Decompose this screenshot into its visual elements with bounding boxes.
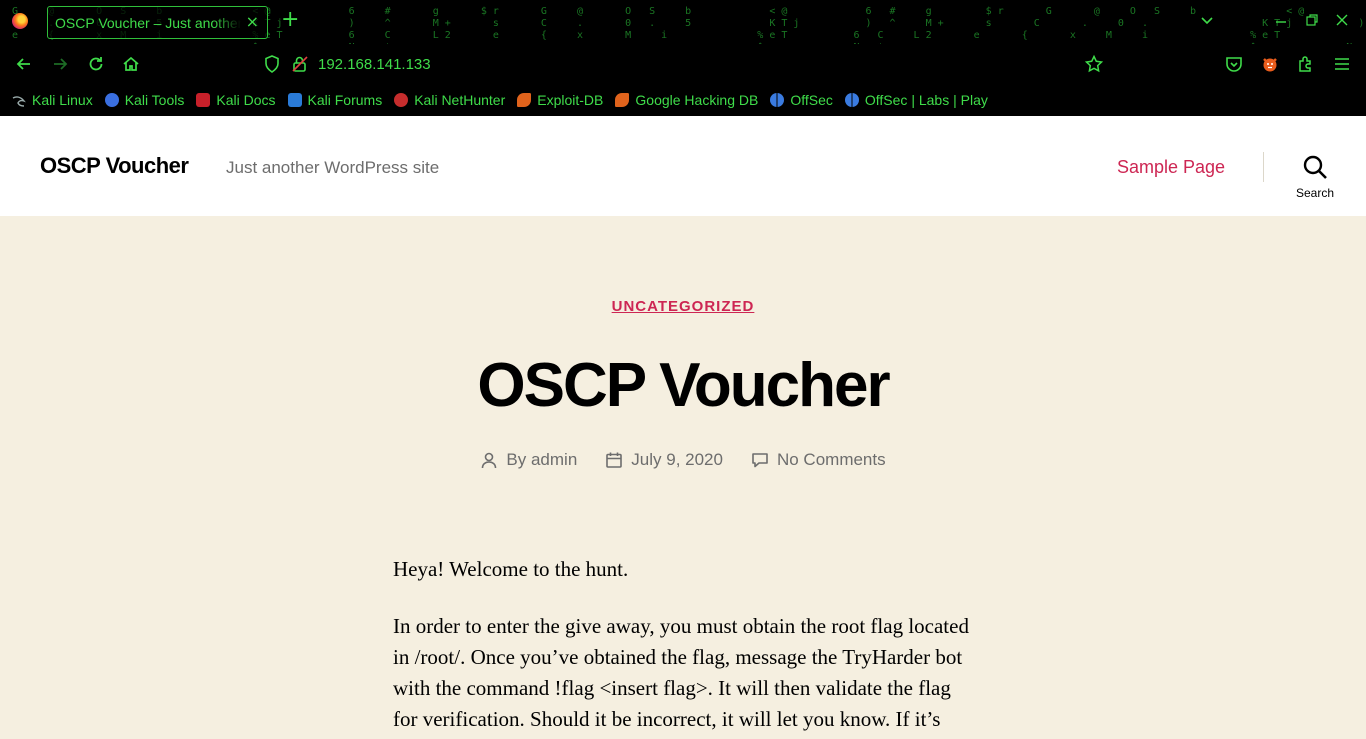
bookmark-offsec[interactable]: OffSec [770, 92, 833, 108]
extension-fox-icon[interactable] [1260, 54, 1280, 74]
date-link[interactable]: July 9, 2020 [631, 450, 723, 470]
bookmarks-toolbar: Kali Linux Kali Tools Kali Docs Kali For… [0, 84, 1366, 116]
tab-title: OSCP Voucher – Just another WordPress si… [55, 14, 241, 31]
bookmark-label: OffSec | Labs | Play [864, 92, 988, 108]
site-title-link[interactable]: OSCP Voucher [40, 153, 189, 179]
exploit-db-icon [517, 93, 532, 107]
bookmark-kali-docs[interactable]: Kali Docs [196, 92, 276, 108]
comment-bubble-icon [752, 453, 768, 468]
firefox-icon [12, 13, 28, 29]
nav-sample-page-link[interactable]: Sample Page [1117, 157, 1225, 178]
close-window-icon[interactable] [1334, 12, 1350, 31]
list-all-tabs-icon[interactable] [1199, 12, 1215, 31]
site-description: Just another WordPress site [226, 158, 440, 177]
kali-docs-icon [196, 93, 211, 107]
tracking-shield-icon[interactable] [262, 54, 282, 74]
search-toggle-button[interactable]: Search [1290, 152, 1340, 202]
post-comments: No Comments [751, 450, 886, 470]
post-date: July 9, 2020 [605, 450, 723, 470]
address-bar[interactable]: 192.168.141.133 [258, 48, 1118, 80]
bookmark-kali-linux[interactable]: Kali Linux [12, 92, 93, 108]
site-header: OSCP Voucher Just another WordPress site… [0, 116, 1366, 216]
post-content: Heya! Welcome to the hunt. In order to e… [393, 554, 973, 739]
kali-tools-icon [104, 93, 119, 107]
home-icon[interactable] [121, 54, 141, 74]
header-divider [1263, 152, 1264, 182]
search-label: Search [1295, 186, 1335, 200]
bookmark-label: Kali Tools [124, 92, 185, 108]
comments-link[interactable]: No Comments [777, 450, 886, 470]
navigation-toolbar: 192.168.141.133 [0, 44, 1366, 84]
ghdb-icon [615, 93, 630, 107]
active-tab[interactable]: OSCP Voucher – Just another WordPress si… [47, 6, 268, 39]
author-person-icon [482, 452, 497, 469]
bookmark-star-icon[interactable] [1084, 54, 1104, 74]
paragraph: Heya! Welcome to the hunt. [393, 557, 629, 581]
insecure-lock-icon[interactable] [290, 54, 310, 74]
post-category: UNCATEGORIZED [0, 296, 1366, 315]
bookmark-label: Kali Forums [307, 92, 383, 108]
author-link[interactable]: admin [531, 450, 577, 470]
close-tab-icon[interactable]: × [246, 12, 259, 31]
post-title: OSCP Voucher [477, 351, 890, 420]
offsec-icon [770, 93, 785, 107]
reload-icon[interactable] [86, 54, 106, 74]
bookmark-kali-tools[interactable]: Kali Tools [104, 92, 185, 108]
paragraph: In order to enter the give away, you mus… [393, 614, 969, 731]
post-meta: By admin July 9, 2020 No Comments [0, 450, 1366, 470]
bookmark-label: Exploit-DB [537, 92, 604, 108]
restore-icon[interactable] [1304, 12, 1320, 31]
forward-icon[interactable] [50, 54, 70, 74]
bookmark-label: Kali Linux [32, 92, 93, 108]
bookmark-label: Kali Docs [216, 92, 276, 108]
search-icon [1303, 155, 1327, 179]
kali-forums-icon [287, 93, 302, 107]
bookmark-label: Kali NetHunter [414, 92, 506, 108]
bookmark-offsec-labs-play[interactable]: OffSec | Labs | Play [844, 92, 988, 108]
bookmark-exploit-db[interactable]: Exploit-DB [517, 92, 603, 108]
bookmark-label: OffSec [790, 92, 833, 108]
extensions-puzzle-icon[interactable] [1296, 54, 1316, 74]
kali-dragon-icon [12, 93, 26, 107]
bookmark-kali-nethunter[interactable]: Kali NetHunter [394, 92, 505, 108]
url-text[interactable]: 192.168.141.133 [318, 56, 431, 73]
nethunter-icon [394, 93, 409, 107]
minimize-icon[interactable] [1273, 12, 1289, 31]
offsec-icon [844, 93, 859, 107]
post-author: By admin [480, 450, 577, 470]
pocket-icon[interactable] [1224, 54, 1244, 74]
bookmark-google-hacking-db[interactable]: Google Hacking DB [615, 92, 758, 108]
author-prefix: By [506, 450, 527, 469]
back-icon[interactable] [14, 54, 34, 74]
bookmark-kali-forums[interactable]: Kali Forums [287, 92, 383, 108]
hamburger-menu-icon[interactable] [1332, 54, 1352, 74]
tab-bar: G @ O S b <@ 6 # g $r G @ O S b <@ 6 # g… [0, 0, 1366, 44]
post-main: UNCATEGORIZED OSCP Voucher By admin July… [0, 216, 1366, 739]
category-link[interactable]: UNCATEGORIZED [612, 298, 755, 315]
calendar-icon [606, 452, 623, 468]
new-tab-icon[interactable]: + [281, 9, 299, 31]
bookmark-label: Google Hacking DB [635, 92, 759, 108]
